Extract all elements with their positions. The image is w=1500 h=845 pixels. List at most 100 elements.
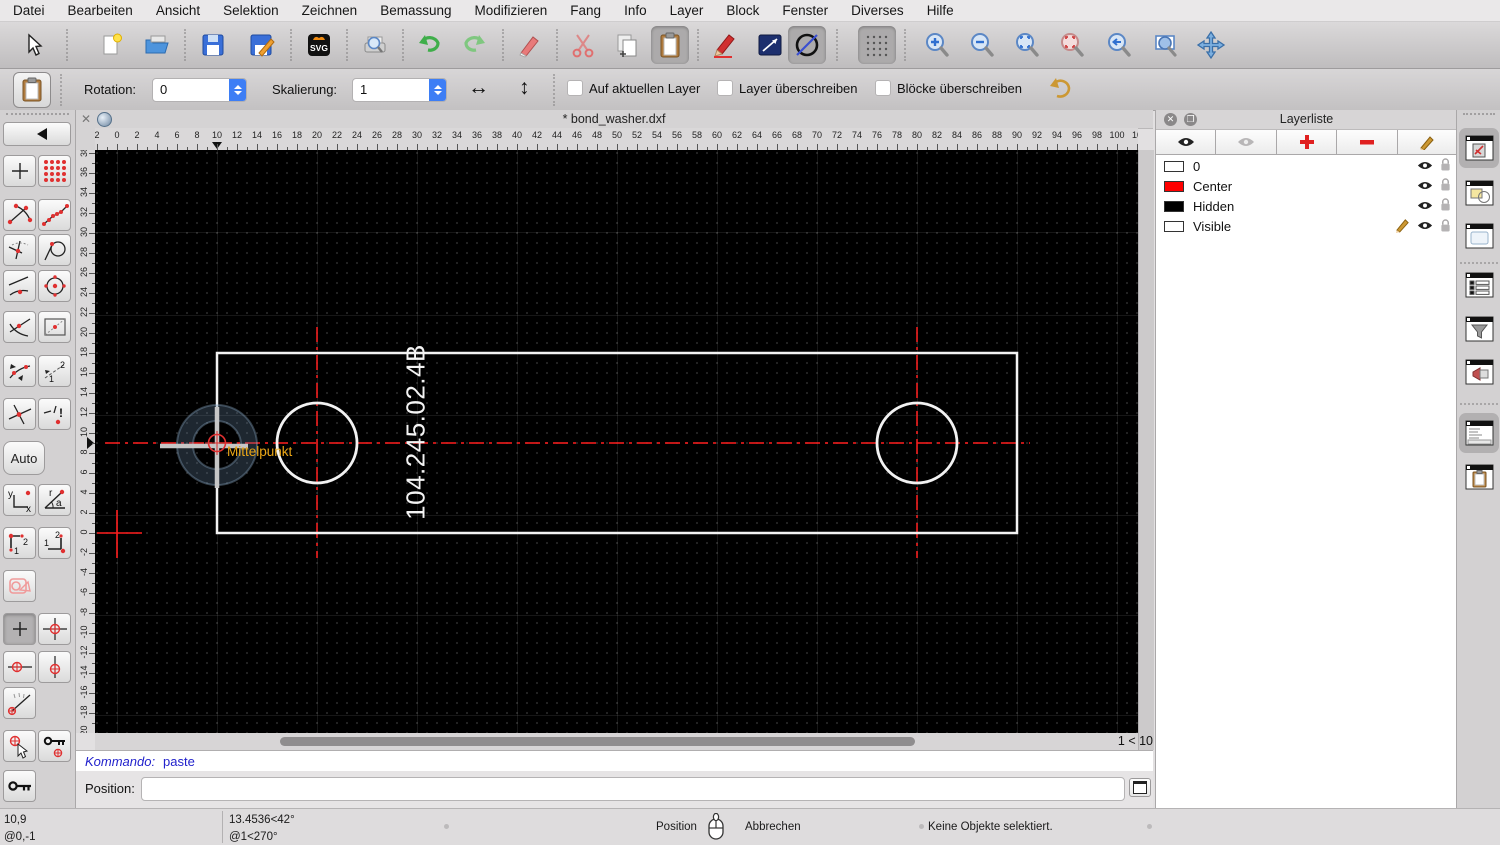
scale-spinner[interactable]: 1 (352, 78, 447, 102)
menu-modifizieren[interactable]: Modifizieren (475, 3, 548, 18)
detach-command-button[interactable] (1129, 778, 1151, 797)
menu-bearbeiten[interactable]: Bearbeiten (68, 3, 133, 18)
snap-on-entity-button[interactable] (38, 199, 71, 231)
checkbox-overwrite-blocks[interactable]: Blöcke überschreiben (875, 80, 1022, 96)
restrict-orthogonal-button[interactable] (38, 613, 71, 645)
snap-auto-mode-button[interactable]: Auto (3, 441, 45, 475)
property-editor-toggle-button[interactable] (1464, 271, 1495, 299)
set-relative-zero-button[interactable] (3, 730, 36, 762)
snap-center-button[interactable] (38, 270, 71, 302)
block-list-toggle-button[interactable] (1464, 179, 1495, 207)
lock-relative-zero-button[interactable] (38, 730, 71, 762)
drag-handle[interactable] (1463, 113, 1495, 120)
zoom-in-button[interactable] (918, 26, 956, 64)
open-file-button[interactable] (138, 26, 176, 64)
layer-row-0[interactable]: 0 (1156, 156, 1457, 176)
paste-tool-button[interactable] (13, 72, 51, 108)
line-tools-button[interactable] (751, 26, 789, 64)
circle-tools-button[interactable] (788, 26, 826, 64)
checkbox-box[interactable] (717, 80, 733, 96)
flip-horizontal-button[interactable]: ↔ (468, 76, 489, 100)
back-tool-button[interactable] (3, 122, 71, 146)
layer-color-swatch[interactable] (1164, 220, 1184, 232)
undo-button[interactable] (410, 26, 448, 64)
add-layer-button[interactable] (1276, 130, 1338, 155)
menu-fenster[interactable]: Fenster (782, 3, 828, 18)
menu-hilfe[interactable]: Hilfe (927, 3, 954, 18)
relative-polar-button[interactable]: 12 (38, 527, 71, 559)
layer-visibility-icon[interactable] (1417, 200, 1433, 211)
snap-auto-button[interactable] (3, 355, 36, 387)
copy-button[interactable] (608, 26, 646, 64)
back-button[interactable] (1044, 75, 1074, 103)
layer-row-hidden[interactable]: Hidden (1156, 196, 1457, 216)
save-button[interactable] (194, 26, 232, 64)
zoom-auto-button[interactable] (1008, 26, 1046, 64)
hide-all-layers-button[interactable] (1216, 130, 1277, 155)
layer-color-swatch[interactable] (1164, 160, 1184, 172)
lock-position-button[interactable] (3, 770, 36, 802)
zoom-selection-button[interactable] (1053, 26, 1091, 64)
pointer-tool-button[interactable] (14, 26, 52, 64)
zoom-window-button[interactable] (1147, 26, 1185, 64)
drag-handle[interactable] (6, 113, 69, 120)
snap-nearest-button[interactable] (3, 270, 36, 302)
restrict-off-button[interactable] (3, 570, 36, 602)
layer-color-swatch[interactable] (1164, 200, 1184, 212)
layer-lock-icon[interactable] (1440, 198, 1451, 212)
snap-endpoints-button[interactable] (3, 199, 36, 231)
menu-layer[interactable]: Layer (670, 3, 704, 18)
snap-reference-button[interactable] (38, 311, 71, 343)
edit-layer-button[interactable] (1397, 130, 1458, 155)
library-browser-toggle-button[interactable] (1464, 222, 1495, 250)
selection-filter-toggle-button[interactable] (1464, 315, 1495, 343)
coordinate-polar-button[interactable]: ra (38, 484, 71, 516)
eraser-button[interactable] (510, 26, 548, 64)
command-line[interactable]: Kommando: paste (75, 750, 1153, 772)
checkbox-current-layer[interactable]: Auf aktuellen Layer (567, 80, 700, 96)
layer-lock-icon[interactable] (1440, 158, 1451, 172)
snap-free-button[interactable] (3, 155, 36, 187)
cut-button[interactable] (564, 26, 602, 64)
layer-row-center[interactable]: Center (1156, 176, 1457, 196)
snap-intersection-manual-button[interactable]: ! (38, 398, 71, 430)
snap-grid-button[interactable] (38, 155, 71, 187)
rotation-stepper[interactable] (229, 79, 246, 101)
save-as-button[interactable] (242, 26, 280, 64)
command-line-toggle-button[interactable] (1464, 419, 1495, 447)
clipboard-panel-toggle-button[interactable] (1464, 463, 1495, 491)
draw-tools-button[interactable] (705, 26, 743, 64)
menu-diverses[interactable]: Diverses (851, 3, 904, 18)
checkbox-overwrite-layers[interactable]: Layer überschreiben (717, 80, 858, 96)
restrict-angle-button[interactable] (3, 687, 36, 719)
checkbox-box[interactable] (875, 80, 891, 96)
snap-middle-button[interactable] (3, 311, 36, 343)
snap-perpendicular-button[interactable] (3, 234, 36, 266)
redo-button[interactable] (456, 26, 494, 64)
layer-list-toggle-button[interactable] (1464, 134, 1495, 162)
layer-visibility-icon[interactable] (1417, 180, 1433, 191)
new-file-button[interactable] (92, 26, 130, 64)
scale-stepper[interactable] (429, 79, 446, 101)
relative-cartesian-button[interactable]: 12 (3, 527, 36, 559)
menu-block[interactable]: Block (726, 3, 759, 18)
snap-tangent-button[interactable] (38, 234, 71, 266)
svg-export-button[interactable]: SVG (300, 26, 338, 64)
menu-zeichnen[interactable]: Zeichnen (302, 3, 358, 18)
snap-intersection-button[interactable] (3, 398, 36, 430)
menu-info[interactable]: Info (624, 3, 647, 18)
layer-visibility-icon[interactable] (1417, 220, 1433, 231)
pan-button[interactable] (1192, 26, 1230, 64)
horizontal-scrollbar-thumb[interactable] (280, 737, 915, 746)
layer-lock-icon[interactable] (1440, 178, 1451, 192)
rotation-spinner[interactable]: 0 (152, 78, 247, 102)
print-preview-button[interactable] (356, 26, 394, 64)
drawing-canvas[interactable]: 104.245.02.4B Mittelpunkt (95, 150, 1138, 733)
snap-distance-button[interactable]: 12 (38, 355, 71, 387)
remove-layer-button[interactable] (1337, 130, 1398, 155)
zoom-out-button[interactable] (963, 26, 1001, 64)
coordinate-cartesian-button[interactable]: yx (3, 484, 36, 516)
restrict-nothing-button[interactable] (3, 613, 36, 645)
command-trigger-toggle-button[interactable] (1464, 358, 1495, 386)
layer-row-visible[interactable]: Visible (1156, 216, 1457, 236)
